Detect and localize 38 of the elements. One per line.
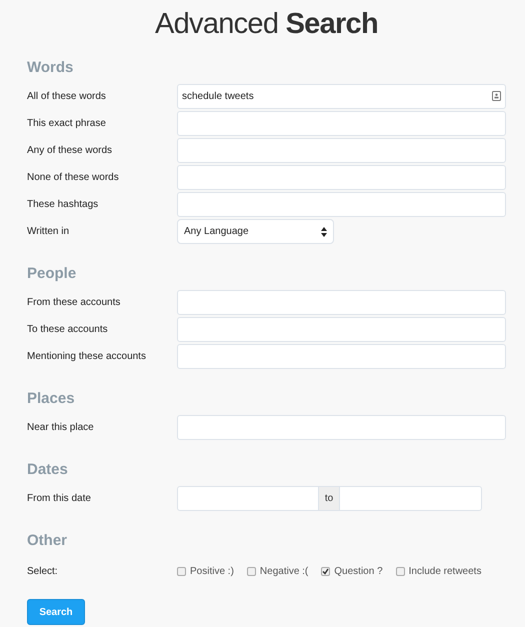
checkbox[interactable] [246, 567, 256, 576]
input-field[interactable] [177, 165, 506, 190]
field-label: Near this place [27, 421, 95, 435]
field-label: Any of these words [27, 144, 114, 158]
input-field[interactable] [177, 290, 506, 315]
checkbox[interactable] [321, 567, 330, 576]
field-label: Select: [27, 565, 59, 579]
field-label: None of these words [27, 171, 120, 185]
stepper-arrows-icon [321, 226, 327, 236]
input-field[interactable]: schedule tweets [177, 84, 506, 109]
section-heading: Words [27, 58, 74, 78]
field-label: From this date [27, 492, 92, 506]
section-heading: Other [27, 531, 68, 551]
checkbox[interactable] [177, 567, 186, 576]
section-heading: Places [27, 389, 76, 409]
field-label: All of these words [27, 90, 107, 104]
field-label: To these accounts [27, 323, 109, 337]
field-label: These hashtags [27, 198, 100, 212]
checkbox[interactable] [396, 567, 405, 576]
contact-card-icon[interactable] [492, 91, 501, 101]
checkbox-label: Negative :( [260, 565, 308, 579]
field-label: From these accounts [27, 296, 122, 310]
input-field[interactable] [177, 192, 506, 217]
section-heading: People [27, 264, 78, 284]
field-label: This exact phrase [27, 117, 107, 131]
field-label: Mentioning these accounts [27, 350, 147, 364]
input-field[interactable] [177, 111, 506, 136]
input-field[interactable] [177, 415, 506, 440]
checkbox-label: Positive :) [190, 565, 234, 579]
input-field[interactable] [177, 344, 506, 369]
language-dropdown[interactable]: Any Language [177, 219, 334, 244]
checkbox-label: Include retweets [408, 565, 482, 579]
input-field[interactable] [177, 138, 506, 163]
page-title: Advanced Search [155, 8, 378, 40]
input-field[interactable] [177, 317, 506, 342]
checkbox-label: Question ? [334, 565, 383, 579]
section-heading: Dates [27, 460, 69, 480]
field-label: Written in [27, 225, 70, 239]
